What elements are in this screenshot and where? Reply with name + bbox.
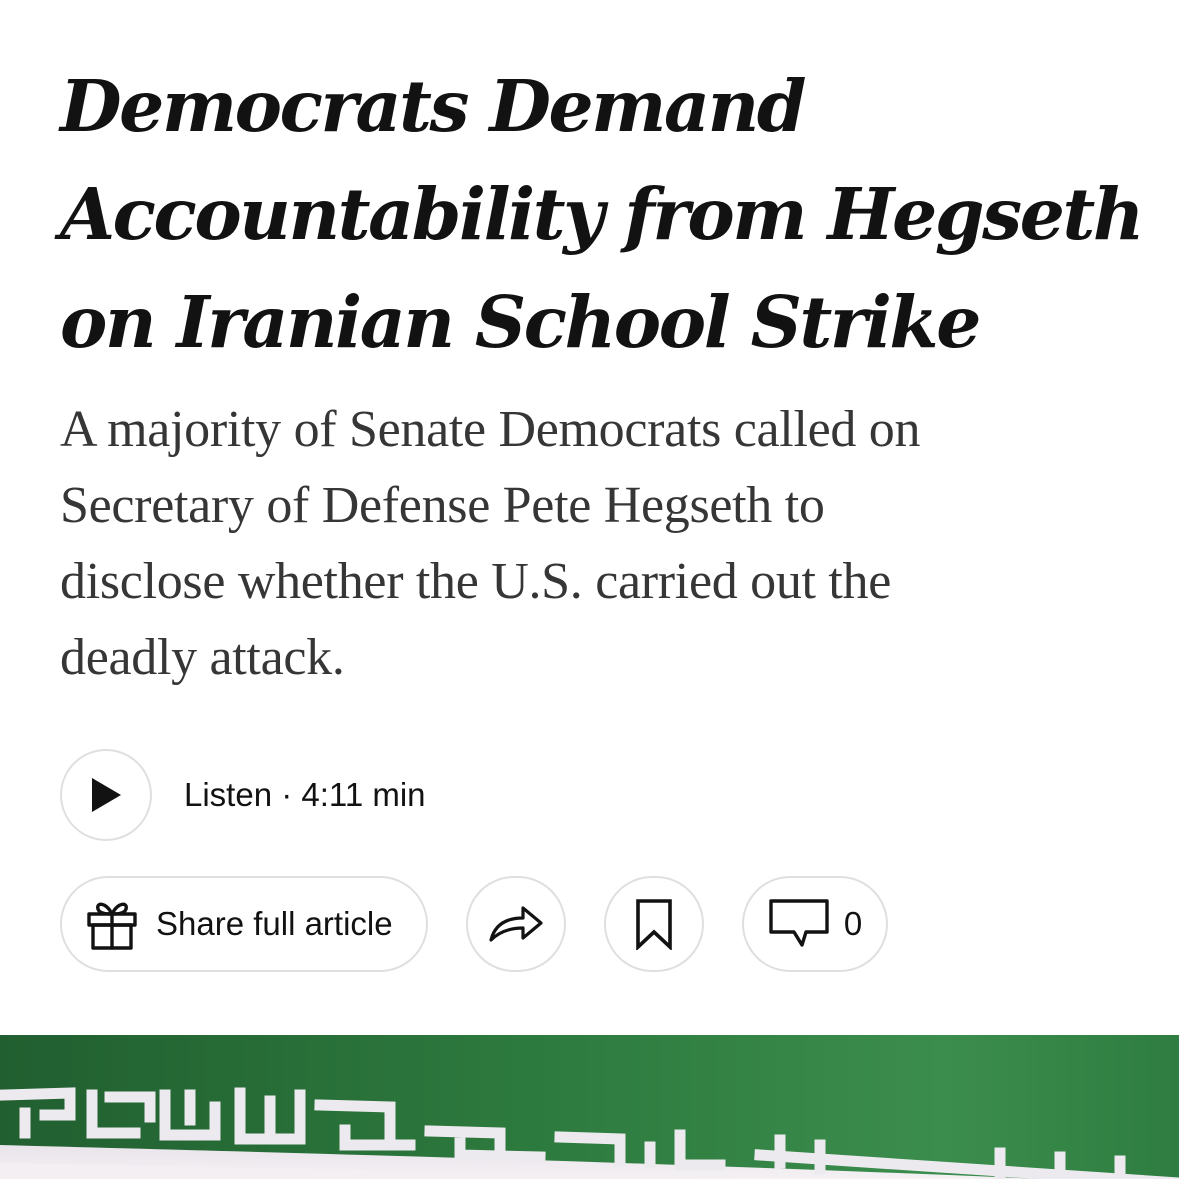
headline-line: on Iranian School Strike [60,280,981,364]
bookmark-button[interactable] [604,876,704,972]
headline-line: Accountability from Hegseth [60,172,1144,256]
article-actions: Share full article 0 [60,876,888,972]
bookmark-icon [636,899,672,950]
summary-line: disclose whether the U.S. carried out th… [60,553,891,610]
article-headline: Democrats Demand Accountability from Heg… [60,52,1144,376]
comment-bubble-icon [769,899,829,947]
listen-separator: · [272,776,302,813]
comment-count: 0 [843,905,863,942]
comments-button[interactable]: 0 [742,876,888,972]
share-button[interactable] [466,876,566,972]
headline-line: Democrats Demand [60,64,806,148]
listen-row: Listen · 4:11 min [60,747,426,843]
iranian-flag-image [0,1035,1179,1179]
hero-image [0,1035,1179,1179]
summary-line: Secretary of Defense Pete Hegseth to [60,477,825,534]
article-page: Democrats Demand Accountability from Heg… [0,0,1179,1179]
summary-line: deadly attack. [60,629,345,686]
share-full-article-label: Share full article [156,905,393,942]
play-icon [92,778,121,812]
listen-label[interactable]: Listen · 4:11 min [184,776,426,814]
summary-line: A majority of Senate Democrats called on [60,401,921,458]
share-arrow-icon [489,906,543,942]
article-summary: A majority of Senate Democrats called on… [60,392,1150,696]
share-full-article-button[interactable]: Share full article [60,876,428,972]
listen-text: Listen [184,776,273,813]
play-button[interactable] [60,749,152,841]
listen-duration: 4:11 min [301,776,426,813]
gift-icon [87,902,137,950]
